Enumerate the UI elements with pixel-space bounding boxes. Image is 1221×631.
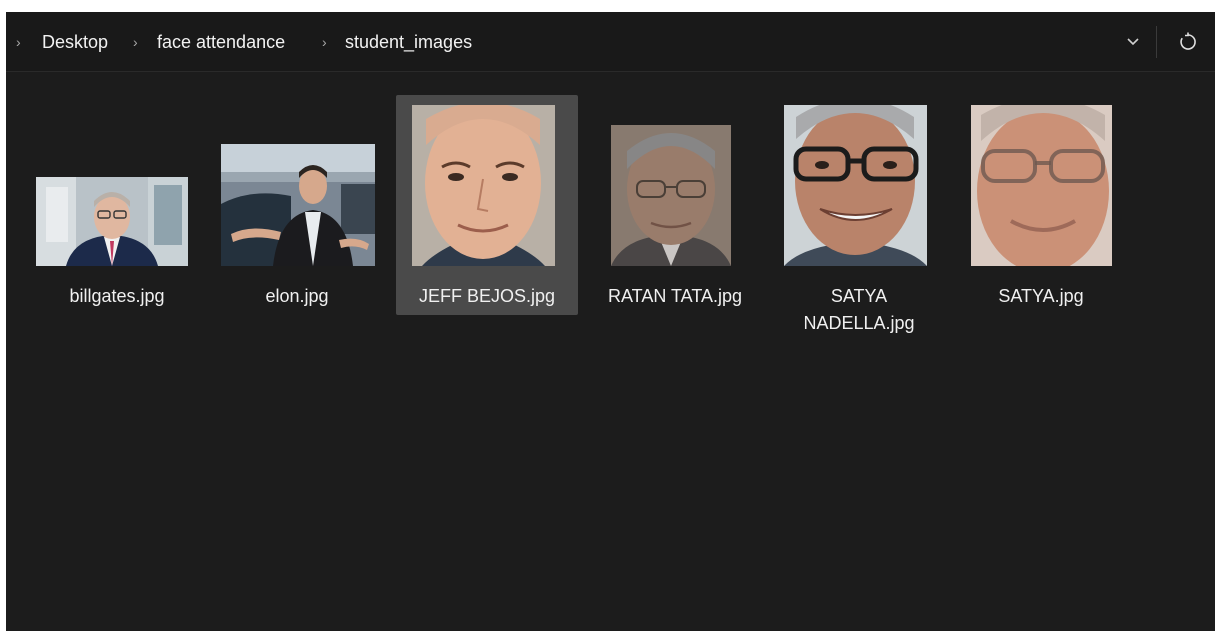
file-name-line-2: NADELLA.jpg [803,313,915,333]
toolbar-divider [1156,26,1157,58]
file-item-satya-nadella[interactable]: SATYA NADELLA.jpg [768,95,950,333]
file-name: billgates.jpg [69,286,165,306]
chevron-right-icon[interactable]: › [16,12,21,72]
file-name: elon.jpg [265,286,329,306]
file-item-elon[interactable]: elon.jpg [206,95,388,315]
refresh-button[interactable] [1168,22,1208,62]
file-name-line-1: SATYA [830,286,888,306]
refresh-icon [1180,32,1196,50]
image-thumbnail-billgates [36,177,188,266]
image-thumbnail-jeff-bejos [412,105,555,266]
image-thumbnail-satya [971,105,1112,266]
address-dropdown-button[interactable] [1113,22,1153,62]
chevron-down-icon [1127,38,1139,46]
chevron-right-icon[interactable]: › [133,12,138,72]
file-item-ratan-tata[interactable]: RATAN TATA.jpg [584,95,766,315]
file-explorer-window: › Desktop › face attendance › student_im… [6,12,1215,631]
breadcrumb-student-images[interactable]: student_images [345,12,472,72]
file-name: RATAN TATA.jpg [607,286,743,306]
address-bar[interactable]: › Desktop › face attendance › student_im… [6,12,1215,72]
file-name: JEFF BEJOS.jpg [418,286,556,306]
file-item-jeff-bejos[interactable]: JEFF BEJOS.jpg [396,95,578,315]
file-item-satya[interactable]: SATYA.jpg [950,95,1132,315]
file-item-billgates[interactable]: billgates.jpg [26,95,208,315]
chevron-right-icon[interactable]: › [322,12,327,72]
image-thumbnail-ratan-tata [611,125,731,266]
image-thumbnail-satya-nadella [784,105,927,266]
breadcrumb-desktop[interactable]: Desktop [42,12,108,72]
file-name: SATYA.jpg [998,286,1084,306]
breadcrumb-face-attendance[interactable]: face attendance [157,12,285,72]
image-thumbnail-elon [221,144,375,266]
